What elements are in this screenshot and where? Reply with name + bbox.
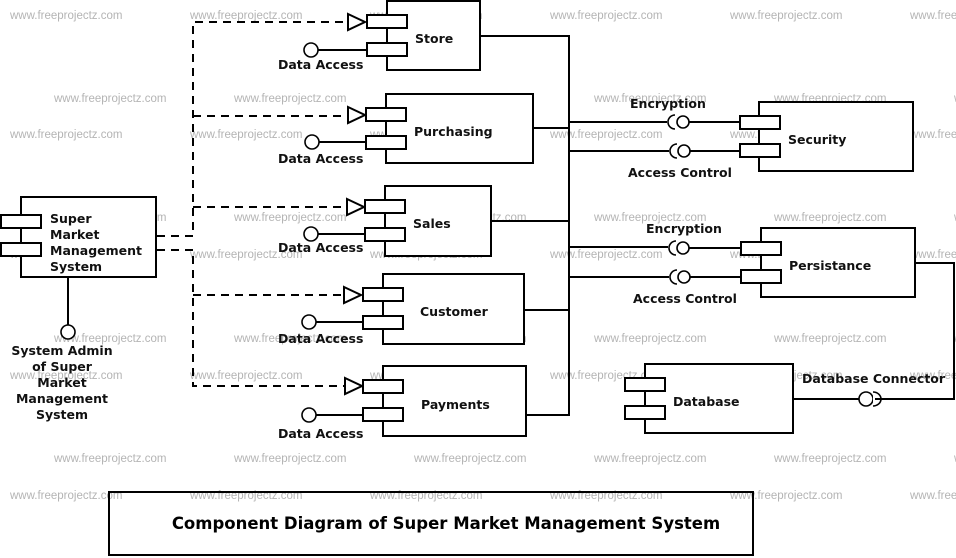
required-interface-socket-icon [667,114,676,130]
provided-interface-icon [303,42,319,58]
watermark-text: www.freeprojectz.com [909,249,956,261]
component-port-icon [362,379,404,394]
watermark-text: www.freeprojectz.com [9,10,122,22]
arrowhead-payments [344,376,365,396]
interface-label: Data Access [278,331,363,346]
interface-label: Data Access [278,57,363,72]
component-label: Payments [421,397,490,412]
watermark-text: www.freeprojectz.com [593,333,706,345]
component-label-line: Super [50,211,92,226]
component-port-icon [366,42,408,57]
component-port-icon [739,115,781,130]
watermark-text: www.freeprojectz.com [53,93,166,105]
watermark-text: www.freeprojectz.com [233,212,346,224]
provided-interface-icon [677,270,691,284]
component-label: Purchasing [414,124,493,139]
component-port-icon [624,377,666,392]
interface-system-admin: System Admin of Super Market Management … [11,277,113,422]
watermark-text: www.freeprojectz.com [773,333,886,345]
interface-label: Data Access [278,151,363,166]
interface-label-line: Management [16,391,108,406]
provided-interface-icon [60,324,76,340]
component-super-market-management-system[interactable]: Super Market Management System [0,196,157,278]
watermark-text: www.freeprojectz.com [773,453,886,465]
interface-label: Data Access [278,240,363,255]
component-port-icon [624,405,666,420]
provided-interface-icon [677,144,691,158]
component-label: Security [788,132,846,147]
component-persistance[interactable]: Persistance Encryption Access Control [633,221,916,306]
component-port-icon [364,199,406,214]
component-label: Persistance [789,258,871,273]
arrowhead-sales [346,197,367,217]
provided-interface-icon [858,391,874,407]
arrowhead-store [347,12,368,32]
component-label: Sales [413,216,451,231]
component-port-icon [739,143,781,158]
component-label: Store [415,31,453,46]
provided-interface-icon [301,407,317,423]
watermark-text: www.freeprojectz.com [413,453,526,465]
watermark-text: www.freeprojectz.com [9,490,122,502]
provided-interface-icon [676,115,690,129]
arrowhead-purchasing [347,105,368,125]
interface-label-line: of Super [32,359,93,374]
component-security[interactable]: Security Encryption Access Control [628,96,914,180]
interface-label: Access Control [633,291,737,306]
watermark-text: www.freeprojectz.com [909,490,956,502]
component-port-icon [365,135,407,150]
component-port-icon [0,214,42,229]
component-label: Customer [420,304,489,319]
component-port-icon [366,14,408,29]
watermark-text: www.freeprojectz.com [593,453,706,465]
interface-label: Data Access [278,426,363,441]
component-diagram: www.freeprojectz.com www.freeprojectz.com… [0,0,956,556]
interface-label: Encryption [630,96,706,111]
arrowhead-customer [343,285,364,305]
watermark-text: www.freeprojectz.com [189,129,302,141]
provided-interface-icon [304,134,320,150]
interface-label: Access Control [628,165,732,180]
component-port-icon [362,407,404,422]
component-port-icon [362,315,404,330]
diagram-title: Component Diagram of Super Market Manage… [172,514,720,533]
watermark-text: www.freeprojectz.com [909,129,956,141]
interface-label: Encryption [646,221,722,236]
watermark-text: www.freeprojectz.com [549,249,662,261]
interface-label: Database Connector [802,371,946,386]
component-port-icon [0,242,42,257]
required-interface-socket-icon [669,143,678,159]
component-label: Database [673,394,740,409]
watermark-text: www.freeprojectz.com [189,10,302,22]
dependency-payments [157,249,346,387]
required-interface-socket-icon [669,269,678,285]
component-payments[interactable]: Payments Data Access [278,365,527,441]
interface-label-line: System Admin [11,343,112,358]
watermark-text: www.freeprojectz.com [9,129,122,141]
interface-label-line: System [36,407,88,422]
component-port-icon [362,287,404,302]
provided-interface-icon [303,226,319,242]
component-label-line: Market [50,227,99,242]
watermark-text: www.freeprojectz.com [549,10,662,22]
component-port-icon [740,269,782,284]
component-label-line: System [50,259,102,274]
component-port-icon [740,241,782,256]
interface-label-line: Market [37,375,86,390]
provided-interface-icon [676,241,690,255]
component-port-icon [364,227,406,242]
watermark-text: www.freeprojectz.com [233,93,346,105]
component-port-icon [365,107,407,122]
required-interface-socket-icon [668,240,677,256]
watermark-text: www.freeprojectz.com [729,10,842,22]
watermark-text: www.freeprojectz.com [909,10,956,22]
component-customer[interactable]: Customer Data Access [278,273,525,346]
watermark-text: www.freeprojectz.com [549,129,662,141]
watermark-text: www.freeprojectz.com [233,453,346,465]
provided-interface-icon [301,314,317,330]
watermark-text: www.freeprojectz.com [53,453,166,465]
watermark-text: www.freeprojectz.com [189,370,302,382]
component-label-line: Management [50,243,142,258]
watermark-text: www.freeprojectz.com [773,212,886,224]
